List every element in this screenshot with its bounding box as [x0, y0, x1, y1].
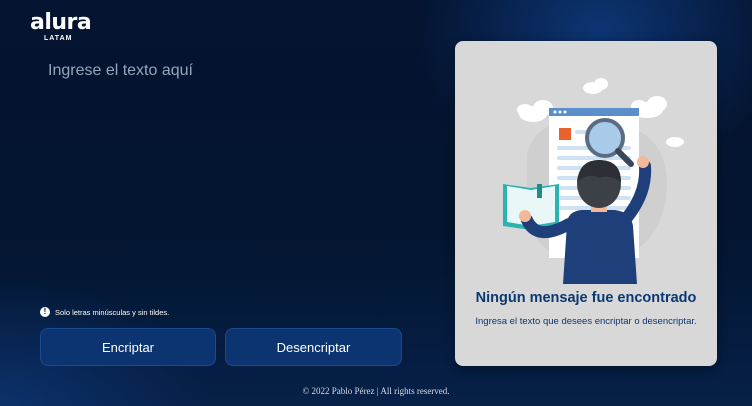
logo-wordmark: alura — [30, 10, 92, 35]
person-with-magnifier-illustration — [503, 78, 684, 284]
input-hint: ! Solo letras minúsculas y sin tildes. — [40, 307, 169, 317]
hint-text: Solo letras minúsculas y sin tildes. — [55, 307, 170, 317]
card-title: Ningún mensaje fue encontrado — [475, 290, 697, 306]
encrypt-button[interactable]: Encriptar — [40, 328, 216, 366]
logo-subtitle: LATAM — [44, 35, 73, 42]
exclamation-circle-icon: ! — [40, 307, 50, 317]
card-subtitle: Ingresa el texto que desees encriptar o … — [475, 316, 697, 327]
decrypt-button[interactable]: Desencriptar — [225, 328, 402, 366]
footer: © 2022 Pablo Pérez | All rights reserved… — [302, 386, 450, 396]
alura-logo: alura LATAM — [30, 10, 92, 43]
result-card: Ningún mensaje fue encontrado Ingresa el… — [455, 41, 717, 366]
text-input[interactable] — [42, 56, 422, 286]
